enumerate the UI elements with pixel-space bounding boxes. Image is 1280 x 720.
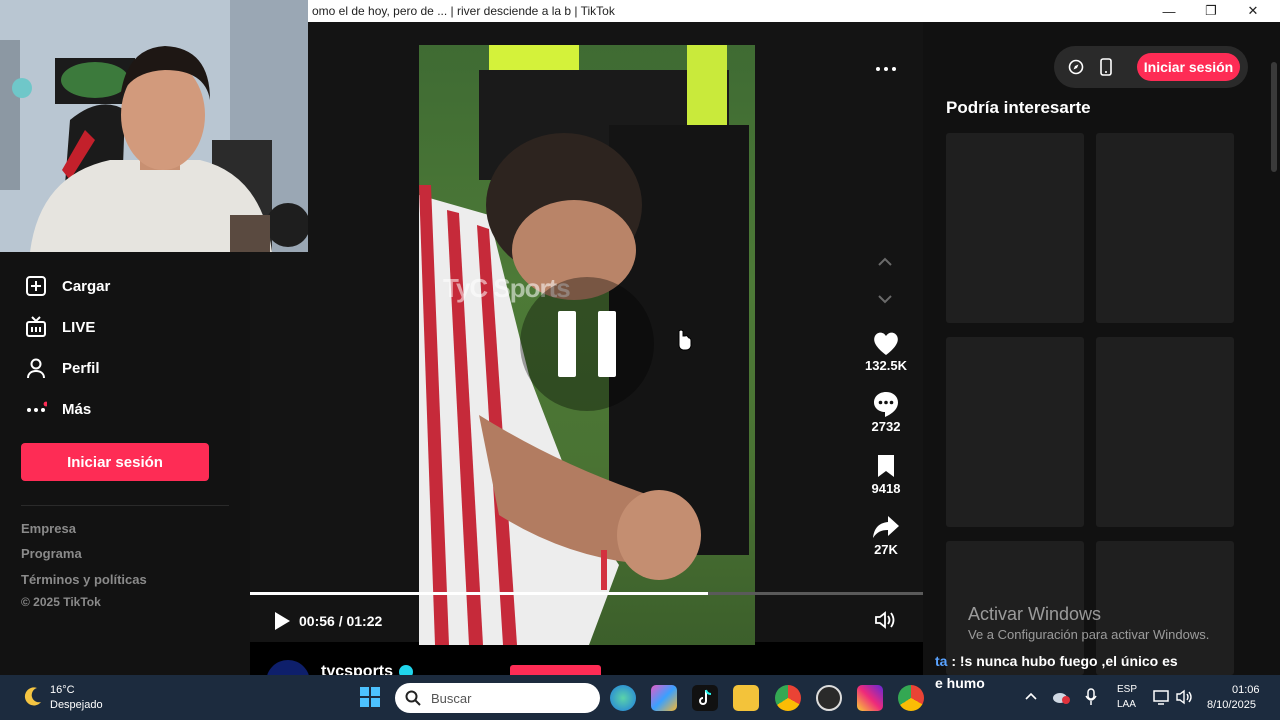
pause-bar-icon [558, 311, 576, 377]
keyboard-layout[interactable]: LAA [1117, 699, 1136, 710]
moon-weather-icon [24, 687, 41, 706]
comment-icon [856, 389, 916, 419]
pause-overlay-button[interactable] [520, 277, 654, 411]
share-arrow-icon [856, 512, 916, 542]
footer-link-terms[interactable]: Términos y políticas [21, 572, 147, 587]
right-panel: Podría interesarte [923, 22, 1280, 675]
sidebar-item-profile[interactable]: Perfil [24, 353, 100, 383]
restore-button[interactable]: ❐ [1190, 0, 1232, 22]
chevron-up-icon[interactable] [1024, 691, 1038, 701]
suggested-video-tile[interactable] [1096, 337, 1234, 527]
network-status-icon[interactable] [1052, 689, 1070, 705]
sidebar-item-label: Cargar [62, 277, 111, 295]
chrome-icon[interactable] [898, 685, 924, 711]
chevron-down-icon[interactable] [876, 292, 894, 306]
heart-icon [856, 328, 916, 358]
file-explorer-icon[interactable] [733, 685, 759, 711]
mouse-cursor-icon [678, 329, 692, 351]
chrome-profile-icon[interactable] [775, 685, 801, 711]
more-options-button[interactable] [872, 60, 900, 78]
play-icon[interactable] [272, 611, 292, 631]
close-button[interactable]: ✕ [1232, 0, 1274, 22]
taskbar-search-box[interactable]: Buscar [395, 683, 600, 713]
chat-text: : !s nunca hubo fuego ,el único es [947, 653, 1178, 669]
suggested-video-tile[interactable] [946, 133, 1084, 323]
profile-icon [24, 356, 48, 380]
display-icon[interactable] [1153, 689, 1171, 705]
chat-message: ta : !s nunca hubo fuego ,el único es [935, 653, 1178, 669]
taskbar: 16°C Despejado Buscar e humo ESP LAA 01:… [0, 675, 1280, 720]
weather-condition: Despejado [50, 699, 103, 711]
suggested-video-tile[interactable] [1096, 133, 1234, 323]
volume-icon[interactable] [875, 611, 897, 629]
sidebar-item-upload[interactable]: Cargar [24, 271, 110, 301]
clock-date[interactable]: 8/10/2025 [1207, 699, 1256, 711]
compass-icon[interactable] [1068, 59, 1084, 75]
video-time: 00:56 / 01:22 [299, 613, 383, 629]
chevron-up-icon[interactable] [876, 255, 894, 269]
save-count: 9418 [871, 481, 901, 496]
mobile-device-icon[interactable] [1099, 58, 1113, 76]
minimize-button[interactable]: — [1148, 0, 1190, 22]
copyright-text: © 2025 TikTok [21, 595, 101, 609]
sidebar-divider [21, 505, 229, 506]
more-icon [24, 397, 48, 421]
live-icon [24, 315, 48, 339]
chat-username: ta [935, 653, 948, 669]
weather-temp: 16°C [50, 684, 75, 696]
header-login-button[interactable]: Iniciar sesión [1137, 53, 1240, 81]
share-action[interactable]: 27K [856, 512, 916, 557]
comment-count: 2732 [871, 419, 901, 434]
section-title: Podría interesarte [946, 98, 1091, 117]
chat-text-continued: e humo [935, 675, 985, 691]
search-placeholder: Buscar [431, 690, 472, 706]
save-action[interactable]: 9418 [856, 451, 916, 496]
obs-icon[interactable] [816, 685, 842, 711]
copilot-icon[interactable] [651, 685, 677, 711]
upload-icon [24, 274, 48, 298]
tiktok-icon[interactable] [692, 685, 718, 711]
bookmark-icon [856, 451, 916, 481]
microphone-icon[interactable] [1085, 688, 1097, 706]
footer-link-empresa[interactable]: Empresa [21, 521, 76, 536]
edge-icon[interactable] [610, 685, 636, 711]
sidebar-item-live[interactable]: LIVE [24, 312, 95, 342]
scrollbar-thumb[interactable] [1271, 62, 1277, 172]
language-code[interactable]: ESP [1117, 684, 1137, 695]
suggested-video-tile[interactable] [946, 337, 1084, 527]
clock-time[interactable]: 01:06 [1232, 684, 1260, 696]
webcam-overlay [0, 0, 308, 252]
sidebar-item-label: Más [62, 400, 92, 418]
comment-action[interactable]: 2732 [856, 389, 916, 434]
windows-start-icon[interactable] [359, 686, 381, 708]
search-icon [405, 690, 421, 706]
speaker-icon[interactable] [1176, 689, 1194, 705]
like-count: 132.5K [865, 358, 907, 373]
window-title: omo el de hoy, pero de ... | river desci… [312, 4, 615, 18]
video-progress-bar[interactable] [250, 592, 923, 595]
share-count: 27K [874, 542, 898, 557]
pause-bar-icon [598, 311, 616, 377]
video-progress-fill [250, 592, 708, 595]
sidebar-item-label: Perfil [62, 359, 100, 377]
activate-windows-title: Activar Windows [968, 604, 1102, 624]
instagram-icon[interactable] [857, 685, 883, 711]
like-action[interactable]: 132.5K [856, 328, 916, 373]
footer-link-programa[interactable]: Programa [21, 546, 82, 561]
follow-button[interactable] [510, 665, 601, 675]
sidebar-item-more[interactable]: Más [24, 394, 91, 424]
login-button[interactable]: Iniciar sesión [21, 443, 209, 481]
activate-windows-subtitle: Ve a Configuración para activar Windows. [968, 627, 1210, 642]
sidebar-item-label: LIVE [62, 318, 96, 336]
